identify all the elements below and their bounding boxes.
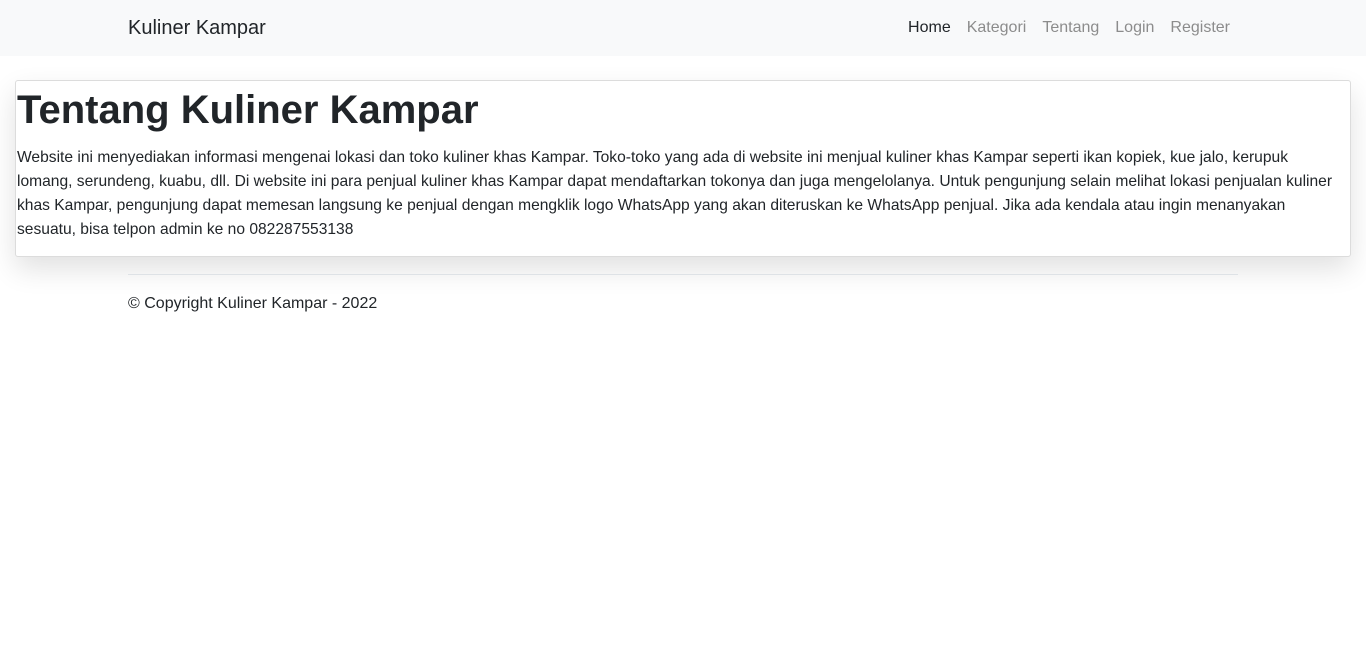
top-navbar: Kuliner Kampar Home Kategori Tentang Log… — [0, 0, 1366, 56]
brand-link[interactable]: Kuliner Kampar — [128, 16, 266, 40]
about-card: Tentang Kuliner Kampar Website ini menye… — [15, 80, 1351, 257]
page-title: Tentang Kuliner Kampar — [17, 88, 479, 132]
nav-link-tentang[interactable]: Tentang — [1034, 17, 1107, 39]
footer-divider — [128, 274, 1238, 275]
copyright-text: © Copyright Kuliner Kampar - 2022 — [128, 295, 378, 312]
nav-link-kategori[interactable]: Kategori — [959, 17, 1035, 39]
nav-item-login: Login — [1107, 17, 1162, 39]
nav-item-register: Register — [1162, 17, 1238, 39]
nav-link-home[interactable]: Home — [900, 17, 959, 39]
nav-item-kategori: Kategori — [959, 17, 1035, 39]
nav-item-home: Home — [900, 17, 959, 39]
about-description: Website ini menyediakan informasi mengen… — [17, 149, 1333, 238]
nav-link-login[interactable]: Login — [1107, 17, 1162, 39]
nav-link-register[interactable]: Register — [1162, 17, 1238, 39]
nav-menu: Home Kategori Tentang Login Register — [900, 17, 1238, 39]
nav-item-tentang: Tentang — [1034, 17, 1107, 39]
